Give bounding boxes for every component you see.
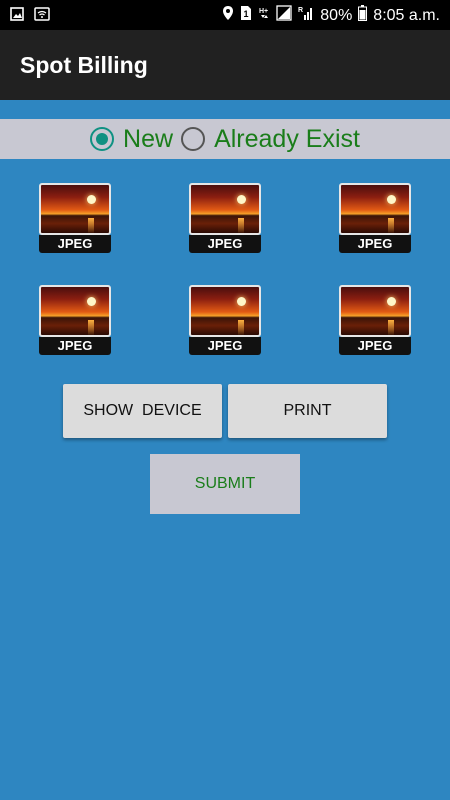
radio-new[interactable]: New	[90, 125, 173, 154]
jpeg-thumbnail-icon	[339, 285, 411, 337]
jpeg-thumbnail-icon	[39, 183, 111, 235]
customer-type-radio-group: New Already Exist	[0, 119, 450, 159]
show-device-button[interactable]: SHOW DEVICE	[63, 384, 222, 438]
image-slot-2[interactable]: JPEG	[189, 183, 261, 255]
sim-slot: 1	[244, 9, 249, 19]
location-icon	[222, 5, 234, 26]
signal-icon	[276, 5, 292, 26]
image-slot-3[interactable]: JPEG	[339, 183, 411, 255]
jpeg-label: JPEG	[189, 235, 261, 253]
app-bar: Spot Billing	[0, 30, 450, 100]
image-slot-1[interactable]: JPEG	[39, 183, 111, 255]
radio-already-exist-label: Already Exist	[214, 124, 360, 153]
submit-button[interactable]: SUBMIT	[150, 454, 300, 514]
radio-unchecked-icon[interactable]	[181, 127, 206, 151]
battery-percent: 80%	[320, 6, 353, 24]
status-left	[10, 7, 50, 26]
battery-icon	[358, 5, 368, 26]
status-bar: 1 H+ R 80% 8:05 a.m.	[0, 0, 450, 30]
radio-new-label: New	[123, 124, 174, 153]
network-right-label: R	[298, 7, 303, 14]
jpeg-thumbnail-icon	[39, 285, 111, 337]
status-right: 1 H+ R 80% 8:05 a.m.	[222, 5, 440, 26]
radio-checked-icon[interactable]	[90, 127, 115, 151]
clock: 8:05 a.m.	[373, 6, 440, 24]
image-slot-6[interactable]: JPEG	[339, 285, 411, 357]
jpeg-thumbnail-icon	[189, 183, 261, 235]
gallery-notification-icon	[10, 7, 24, 26]
wifi-notification-icon	[34, 7, 50, 26]
print-button[interactable]: PRINT	[228, 384, 387, 438]
app-title: Spot Billing	[20, 52, 148, 78]
jpeg-label: JPEG	[189, 337, 261, 355]
roaming-signal-icon: R	[298, 5, 314, 26]
radio-already-exist[interactable]: Already Exist	[181, 125, 360, 154]
jpeg-label: JPEG	[39, 337, 111, 355]
network-left-label: H+	[259, 8, 268, 15]
data-network-icon: H+	[258, 5, 270, 26]
jpeg-thumbnail-icon	[189, 285, 261, 337]
jpeg-label: JPEG	[339, 337, 411, 355]
image-slot-4[interactable]: JPEG	[39, 285, 111, 357]
jpeg-thumbnail-icon	[339, 183, 411, 235]
jpeg-label: JPEG	[39, 235, 111, 253]
sim-icon: 1	[240, 5, 252, 26]
image-slot-5[interactable]: JPEG	[189, 285, 261, 357]
jpeg-label: JPEG	[339, 235, 411, 253]
